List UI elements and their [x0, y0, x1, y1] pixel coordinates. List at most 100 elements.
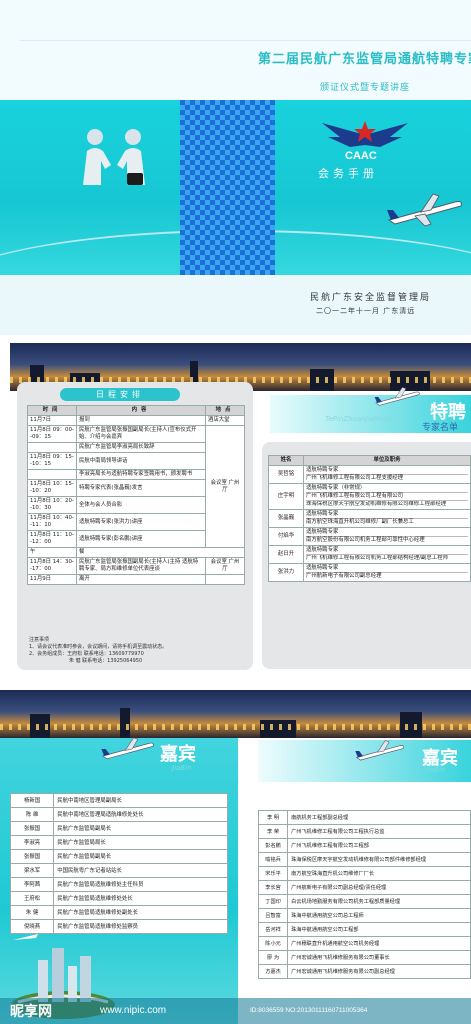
cell-content: 离开 — [76, 574, 206, 585]
expert-name: 张洪力 — [268, 563, 304, 582]
experts-pinyin: TePinZhuanJiaMingDan — [325, 415, 405, 423]
cell-content: 适航特聘专家(张洪力)讲座 — [76, 513, 206, 531]
cell-time — [27, 442, 77, 453]
cell-time: 11月8日 09：00--09：15 — [27, 425, 77, 443]
guest-name: 张振国 — [9, 821, 55, 836]
cell-content: 餐 — [76, 547, 245, 558]
guest-name: 张振国 — [9, 849, 55, 864]
table-row: 宋乐平 南方航空珠海直升机公司维修厂厂长 — [257, 866, 471, 881]
table-row: 李 明南航机务工程部副总经理 — [257, 810, 471, 825]
table-row: 丁国印 白云机场地勤服务有限公司机务工程部质量经理 — [257, 894, 471, 909]
cell-content: 民航广东监管局张振国副局长(主持人)主持 适航特聘专家、局方和维修单位代表座谈 — [76, 557, 206, 575]
guest-name: 李 荣 — [257, 824, 289, 839]
guest-title: 广州穗联直升机通用航空公司机务经理 — [287, 936, 471, 951]
watermark-id: ID:8036559 NO:20130111160711005364 — [250, 1007, 368, 1014]
guest-title: 珠海保税区摩天宇航空发动机维修有限公司部件维修部经理 — [287, 852, 471, 867]
table-row: 吕智富 珠海中航通用航空公司总工程师 — [257, 908, 471, 923]
guest-title: 广州航新电子有限公司副总经理/责任经理 — [287, 880, 471, 895]
table-row: 王府松 民航广东监管局适航维修处处长 — [9, 891, 228, 906]
unit-line: 适航特聘专家（非常规） — [306, 485, 366, 491]
expert-name: 赵日升 — [268, 545, 304, 564]
table-row: 张振国 民航广东监管局副局长 — [9, 821, 228, 836]
guest-name: 吕智富 — [257, 908, 289, 923]
guest-title: 民航中南地区管理局适航维修处处长 — [53, 807, 228, 822]
expert-unit: 适航特聘专家（非常规） 广州飞机维修工程有限公司工程有限公司 珠海保税区摩天宇航… — [303, 483, 471, 510]
table-row: 岳河祥 珠海中航通用航空公司工程部 — [257, 922, 471, 937]
watermark-bar — [0, 998, 471, 1024]
table-row: 廖 为广州宏诚通用飞机维修服务有限公司董事长 — [257, 950, 471, 965]
table-row: 午 餐 — [27, 547, 245, 558]
table-row: 彭名鹏 广州飞机维修工程有限公司工程部 — [257, 838, 471, 853]
table-row: 11月8日 14：30--17：00 民航广东监管局张振国副局长(主持人)主持 … — [27, 557, 245, 575]
guest-name: 廖 为 — [257, 950, 289, 965]
guests-left-table: 杨新国 民航中南地区管理局副局长 陈 维民航中南地区管理局适航维修处处长 张振国民… — [9, 793, 228, 934]
expert-name: 付焰华 — [268, 527, 304, 546]
unit-line: 适航特聘专家 — [306, 467, 339, 473]
guests-pinyin: JiaBin — [426, 766, 446, 774]
cell-place — [205, 574, 245, 585]
col-place: 地点 — [205, 405, 245, 416]
table-row: 陈 维民航中南地区管理局适航维修处处长 — [9, 807, 228, 822]
guest-name: 李 明 — [257, 810, 289, 825]
watermark-logo: 昵享网 — [10, 1004, 52, 1020]
cover-date: 二〇一二年十一月 广东清远 — [316, 307, 416, 315]
expert-unit: 适航特聘专家 广州飞机维修工程有限公司工程支援经理 — [303, 465, 471, 484]
guest-name: 丁国印 — [257, 894, 289, 909]
guest-title: 民航广东监管局副局长 — [53, 849, 228, 864]
guest-name: 彭名鹏 — [257, 838, 289, 853]
guest-name: 李淑亮 — [9, 835, 55, 850]
cell-place: 酒店大堂 — [205, 415, 245, 426]
table-row: 李 荣广州飞机维修工程有限公司工程执行总监 — [257, 824, 471, 839]
unit-line: 适航特聘专家 — [306, 547, 339, 553]
unit-line: 广州飞机维修工程有限公司工程支援经理 — [306, 474, 468, 482]
table-row: 朱 健民航广东监管局适航维修处副处长 — [9, 905, 228, 920]
unit-line: 适航特聘专家 — [306, 529, 339, 535]
experts-subtitle: 专家名单 — [422, 423, 459, 433]
guest-name: 陈 维 — [9, 807, 55, 822]
city-night-banner — [0, 690, 471, 738]
table-row: 张晶巍 适航特聘专家 南方航空珠海直升机公司维修厂副厂长兼总工 — [268, 509, 471, 528]
cell-content: 李淑亮局长与适航特聘专家签聘用书，颁发聘书 — [76, 469, 206, 480]
guest-name: 喻铭兵 — [257, 852, 289, 867]
guest-name: 方嘉杰 — [257, 964, 289, 979]
airplane-icon — [387, 193, 462, 227]
unit-line: 珠海保税区摩天宇航空发动机维修有限公司维修工程部经理 — [306, 500, 468, 508]
experts-table: 姓名 单位及职务 吴哲铭 适航特聘专家 广州飞机维修工程有限公司工程支援经理 庄… — [268, 455, 471, 582]
guest-title: 白云机场地勤服务有限公司机务工程部质量经理 — [287, 894, 471, 909]
table-header-row: 姓名 单位及职务 — [268, 455, 471, 466]
guest-title: 民航广东监管局副局长 — [53, 821, 228, 836]
cell-place: 会议室 广州厅 — [205, 425, 245, 548]
table-row: 方嘉杰 广州宏诚通用飞机维修服务有限公司副总经理 — [257, 964, 471, 979]
schedule-notes: 注意事项 1、请会议代表准时参会，会议期间，请将手机调至震动状态。 2、会务组成… — [29, 637, 249, 665]
unit-line: 南方航空珠海直升机公司维修厂副厂长兼总工 — [306, 518, 468, 526]
guest-title: 民航广东监管局局长 — [53, 835, 228, 850]
guest-name: 王府松 — [9, 891, 55, 906]
table-row: 张振国 民航广东监管局副局长 — [9, 849, 228, 864]
note-line: 1、请会议代表准时参会，会议期间，请将手机调至震动状态。 — [29, 644, 168, 650]
guest-name: 岳河祥 — [257, 922, 289, 937]
cell-content: 民航广东监管局张振国副局长(主持人)宣布仪式开始、介绍与会嘉宾 — [76, 425, 206, 443]
table-row: 张洪力 适航特聘专家 广州航新电子有限公司副总经理 — [268, 563, 471, 582]
table-row: 11月9日 离开 — [27, 574, 245, 585]
guests-title: 嘉宾 — [160, 744, 196, 765]
guest-name: 梁水军 — [9, 863, 55, 878]
table-row: 吴哲铭 适航特聘专家 广州飞机维修工程有限公司工程支援经理 — [268, 465, 471, 484]
schedule-table: 时间 内容 地点 11月7日 报到 酒店大堂 11月8日 09：00--09：1… — [27, 405, 245, 585]
cell-place: 会议室 广州厅 — [205, 557, 245, 575]
guest-title: 民航广东监管局适航维修处主任科员 — [53, 877, 228, 892]
cell-content: 民航广东监管局李淑亮局长致辞 — [76, 442, 206, 453]
cell-time: 11月8日 09：15--10：15 — [27, 452, 77, 470]
guest-title: 广州飞机维修工程有限公司工程部 — [287, 838, 471, 853]
guest-name: 杨新国 — [9, 793, 55, 808]
table-row: 11月8日 09：00--09：15 民航广东监管局张振国副局长(主持人)宣布仪… — [27, 425, 245, 548]
unit-line: 南方航空股份有限公司机务工程部可靠性中心经理 — [306, 536, 468, 544]
guest-title: 民航广东监管局适航维修处副处长 — [53, 905, 228, 920]
expert-name: 吴哲铭 — [268, 465, 304, 484]
cell-content: 适航特聘专家(彭名鹏)讲座 — [76, 530, 206, 548]
table-row: 喻铭兵 珠海保税区摩天宇航空发动机维修有限公司部件维修部经理 — [257, 852, 471, 867]
cell-time: 11月8日 10：20--10：30 — [27, 496, 77, 514]
airplane-icon — [374, 387, 420, 406]
note-line: 2、会务组成员：王府松 联系电话：13609779970 — [29, 651, 144, 657]
col-unit: 单位及职务 — [303, 455, 471, 466]
cell-time: 11月8日 10：40--11：10 — [27, 513, 77, 531]
